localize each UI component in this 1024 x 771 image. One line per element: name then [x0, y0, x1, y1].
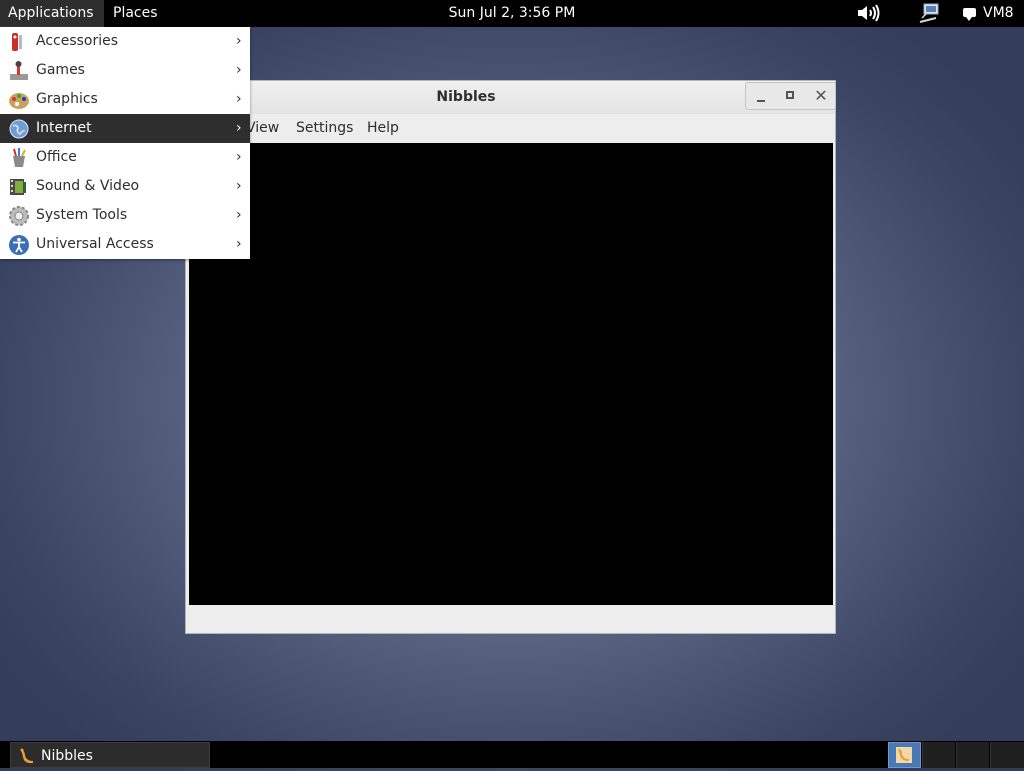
submenu-arrow-icon: › — [236, 236, 242, 252]
nibbles-icon — [18, 747, 36, 765]
menu-item-label: Universal Access — [36, 236, 154, 252]
menu-item-universal-access[interactable]: Universal Access › — [0, 230, 250, 259]
maximize-icon — [786, 91, 794, 99]
chat-bubble-icon — [963, 8, 976, 21]
submenu-arrow-icon: › — [236, 207, 242, 223]
games-icon — [8, 60, 30, 82]
maximize-button[interactable] — [776, 83, 806, 109]
window-menubar: View Settings Help — [186, 114, 835, 142]
taskbar-item-label: Nibbles — [41, 748, 93, 764]
applications-menu: Accessories › Games › Graphics › Interne… — [0, 27, 250, 259]
menu-item-label: Accessories — [36, 33, 119, 49]
applications-menu-button[interactable]: Applications — [0, 0, 104, 27]
menu-view[interactable]: View — [246, 114, 279, 142]
menu-item-games[interactable]: Games › — [0, 56, 250, 85]
window-title: Nibbles — [436, 89, 496, 105]
submenu-arrow-icon: › — [236, 33, 242, 49]
window-controls: ✕ — [745, 82, 836, 110]
clock-text[interactable]: Sun Jul 2, 3:56 PM — [449, 5, 576, 21]
workspace-2[interactable] — [922, 742, 955, 768]
menu-item-sound-video[interactable]: Sound & Video › — [0, 172, 250, 201]
system-tools-icon — [8, 205, 30, 227]
menu-item-system-tools[interactable]: System Tools › — [0, 201, 250, 230]
sound-video-icon — [8, 176, 30, 198]
menu-item-label: Games — [36, 62, 85, 78]
taskbar-item-nibbles[interactable]: Nibbles — [10, 742, 210, 768]
workspace-1[interactable] — [888, 742, 921, 768]
accessories-icon — [8, 31, 30, 53]
user-name: VM8 — [983, 5, 1014, 21]
menu-item-accessories[interactable]: Accessories › — [0, 27, 250, 56]
workspace-3[interactable] — [956, 742, 989, 768]
submenu-arrow-icon: › — [236, 178, 242, 194]
top-panel: Applications Places Sun Jul 2, 3:56 PM V… — [0, 0, 1024, 27]
submenu-arrow-icon: › — [236, 149, 242, 165]
bottom-panel: Nibbles — [0, 741, 1024, 768]
menu-item-label: Office — [36, 149, 77, 165]
places-menu-button[interactable]: Places — [105, 0, 166, 27]
workspace-4[interactable] — [990, 742, 1024, 768]
nibbles-window: Nibbles ✕ View Settings Help — [185, 80, 836, 634]
menu-item-internet[interactable]: Internet › — [0, 114, 250, 143]
close-icon: ✕ — [814, 86, 828, 105]
office-icon — [8, 147, 30, 169]
menu-item-office[interactable]: Office › — [0, 143, 250, 172]
window-titlebar[interactable]: Nibbles ✕ — [186, 81, 836, 114]
submenu-arrow-icon: › — [236, 62, 242, 78]
minimize-button[interactable] — [746, 83, 776, 109]
user-menu-button[interactable]: VM8 — [960, 0, 1020, 27]
menu-item-graphics[interactable]: Graphics › — [0, 85, 250, 114]
submenu-arrow-icon: › — [236, 120, 242, 136]
menu-item-label: Sound & Video — [36, 178, 140, 194]
universal-access-icon — [8, 234, 30, 256]
menu-item-label: System Tools — [36, 207, 128, 223]
menu-settings[interactable]: Settings — [296, 114, 353, 142]
game-board[interactable] — [189, 143, 833, 605]
menu-item-label: Graphics — [36, 91, 98, 107]
network-icon[interactable] — [916, 2, 942, 24]
submenu-arrow-icon: › — [236, 91, 242, 107]
nibbles-icon — [896, 747, 912, 763]
menu-help[interactable]: Help — [367, 114, 399, 142]
menu-item-label: Internet — [36, 120, 92, 136]
volume-icon[interactable] — [855, 2, 883, 24]
minimize-icon — [757, 100, 765, 102]
internet-icon — [8, 118, 30, 140]
close-button[interactable]: ✕ — [806, 83, 836, 109]
graphics-icon — [8, 89, 30, 111]
